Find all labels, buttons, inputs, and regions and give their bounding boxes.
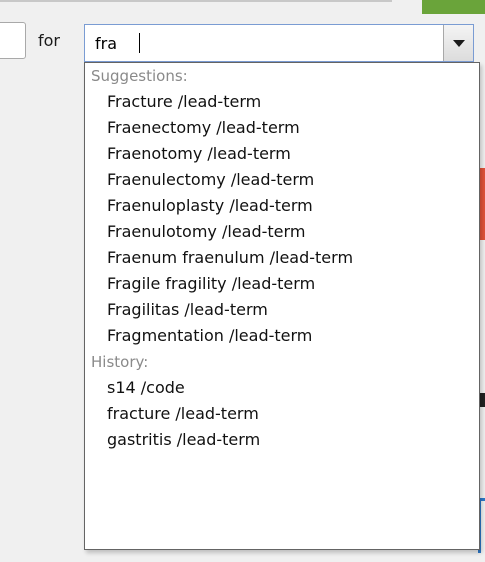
suggestion-item[interactable]: Fraenectomy /lead-term — [85, 115, 479, 141]
suggestion-dropdown: Suggestions: Fracture /lead-term Fraenec… — [84, 62, 480, 550]
for-label: for — [38, 31, 60, 50]
history-item[interactable]: gastritis /lead-term — [85, 427, 479, 453]
suggestion-item[interactable]: Fracture /lead-term — [85, 89, 479, 115]
suggestion-item[interactable]: Fragmentation /lead-term — [85, 323, 479, 349]
suggestions-header: Suggestions: — [91, 67, 188, 85]
dropdown-button[interactable] — [443, 25, 473, 61]
suggestion-item[interactable]: Fraenuloplasty /lead-term — [85, 193, 479, 219]
suggestion-item[interactable]: Fraenulotomy /lead-term — [85, 219, 479, 245]
top-border — [0, 0, 392, 2]
history-item[interactable]: fracture /lead-term — [85, 401, 479, 427]
suggestion-item[interactable]: Fragilitas /lead-term — [85, 297, 479, 323]
suggestion-item[interactable]: Fraenum fraenulum /lead-term — [85, 245, 479, 271]
suggestion-item[interactable]: Fraenulectomy /lead-term — [85, 167, 479, 193]
suggestion-item[interactable]: Fragile fragility /lead-term — [85, 271, 479, 297]
history-item[interactable]: s14 /code — [85, 375, 479, 401]
suggestion-item[interactable]: Fraenotomy /lead-term — [85, 141, 479, 167]
background-green-element — [422, 0, 485, 14]
background-dark-element — [480, 393, 485, 407]
chevron-down-icon — [452, 39, 465, 47]
search-field-partial[interactable] — [0, 22, 26, 59]
text-caret — [139, 33, 140, 53]
history-header: History: — [91, 353, 149, 371]
search-combobox[interactable] — [84, 24, 474, 62]
